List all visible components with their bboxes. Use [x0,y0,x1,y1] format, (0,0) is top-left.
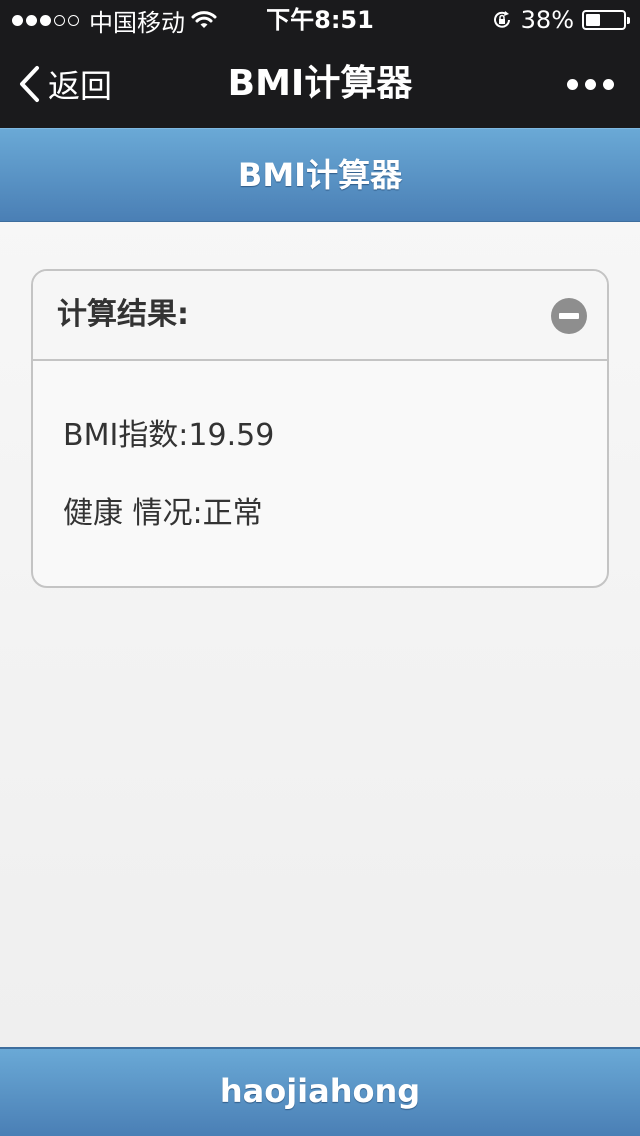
navigation-bar: 返回 BMI计算器 [0,40,640,128]
battery-percentage: 38% [520,6,574,34]
bmi-row: BMI指数:19.59 [63,419,577,453]
card-title: 计算结果: [57,297,189,332]
battery-fill [586,14,600,26]
more-icon [567,78,578,90]
more-icon [603,78,614,90]
health-value: 正常 [202,496,263,531]
status-bar: 中国移动 下午8:51 38% [0,0,640,40]
result-card: 计算结果: BMI指数:19.59 健康 情况:正常 [31,269,609,588]
more-button[interactable] [567,40,614,128]
health-row: 健康 情况:正常 [63,497,577,531]
status-right: 38% [491,0,630,40]
page-header: BMI计算器 [0,128,640,222]
minus-circle-icon[interactable] [551,298,587,334]
page-footer: haojiahong [0,1047,640,1136]
rotation-lock-icon [491,9,513,31]
more-icon [585,78,596,90]
battery-icon [582,10,630,30]
result-card-header[interactable]: 计算结果: [33,271,607,361]
nav-title: BMI计算器 [227,63,413,104]
health-label: 健康 情况: [63,496,203,531]
bmi-label: BMI指数: [63,418,189,453]
bmi-value: 19.59 [188,418,275,453]
result-card-body: BMI指数:19.59 健康 情况:正常 [33,419,607,531]
